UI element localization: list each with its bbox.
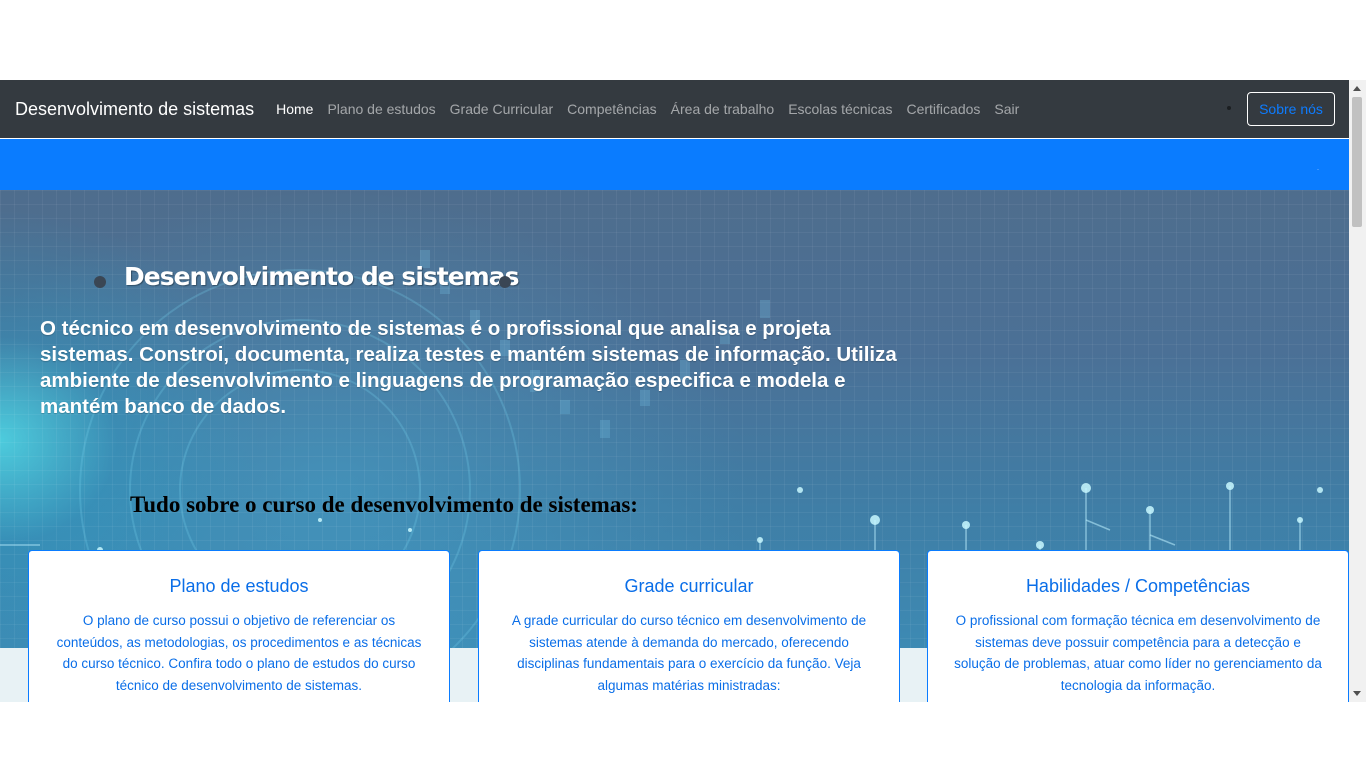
nav-link-home[interactable]: Home <box>276 101 313 117</box>
card-text: A grade curricular do curso técnico em d… <box>511 613 867 694</box>
title-bullet-left <box>94 276 106 288</box>
card-title: Grade curricular <box>624 576 754 596</box>
scroll-thumb[interactable] <box>1352 97 1362 227</box>
card-title: Habilidades / Competências <box>1025 576 1251 596</box>
card-grade-curricular[interactable]: Grade curricular A grade curricular do c… <box>478 550 900 702</box>
nav-link-plano-de-estudos[interactable]: Plano de estudos <box>327 101 435 117</box>
about-us-button[interactable]: Sobre nós <box>1247 92 1335 126</box>
hero-description: O técnico em desenvolvimento de sistemas… <box>40 317 897 418</box>
blue-banner <box>0 139 1349 190</box>
nav-link-area-de-trabalho[interactable]: Área de trabalho <box>671 101 775 117</box>
card-habilidades-competencias[interactable]: Habilidades / Competências O profissiona… <box>927 550 1349 702</box>
banner-mark <box>1317 169 1319 170</box>
nav-link-certificados[interactable]: Certificados <box>906 101 980 117</box>
nav-link-sair[interactable]: Sair <box>994 101 1019 117</box>
title-bullet-right <box>499 276 511 288</box>
card-text: O profissional com formação técnica em d… <box>954 613 1322 694</box>
top-navbar: Desenvolvimento de sistemas Home Plano d… <box>0 80 1349 138</box>
nav-links: Home Plano de estudos Grade Curricular C… <box>276 101 1033 117</box>
card-plano-de-estudos[interactable]: Plano de estudos O plano de curso possui… <box>28 550 450 702</box>
nav-link-escolas-tecnicas[interactable]: Escolas técnicas <box>788 101 892 117</box>
nav-link-grade-curricular[interactable]: Grade Curricular <box>450 101 553 117</box>
nav-link-competencias[interactable]: Competências <box>567 101 657 117</box>
page-content: Desenvolvimento de sistemas Home Plano d… <box>0 80 1349 702</box>
card-text: O plano de curso possui o objetivo de re… <box>56 613 422 694</box>
vertical-scrollbar[interactable] <box>1349 80 1366 702</box>
scroll-up-arrow-icon[interactable] <box>1353 86 1361 91</box>
card-title: Plano de estudos <box>169 576 309 596</box>
browser-viewport: Desenvolvimento de sistemas Home Plano d… <box>0 80 1366 702</box>
hero-title: Desenvolvimento de sistemas <box>124 262 519 291</box>
scroll-down-arrow-icon[interactable] <box>1353 691 1361 696</box>
section-title: Tudo sobre o curso de desenvolvimento de… <box>130 492 638 517</box>
navbar-dot <box>1227 106 1231 110</box>
navbar-brand[interactable]: Desenvolvimento de sistemas <box>15 99 254 120</box>
